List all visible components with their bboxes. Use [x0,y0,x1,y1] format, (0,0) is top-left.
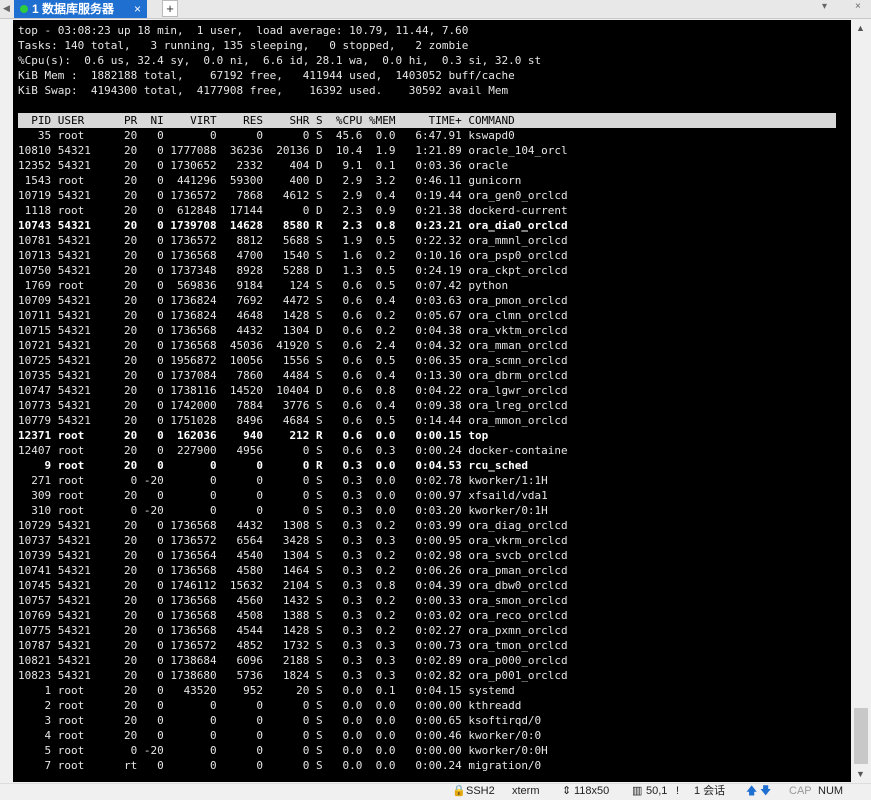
status-cursor: 50,1 [646,785,668,797]
process-row: 10787 54321 20 0 1736572 4852 1732 S 0.3… [18,639,568,652]
lock-icon: 🔒 [452,785,466,797]
scroll-down-icon[interactable]: ▼ [856,769,865,779]
process-row: 310 root 0 -20 0 0 0 S 0.3 0.0 0:03.20 k… [18,504,548,517]
summary-line: KiB Mem : 1882188 total, 67192 free, 411… [18,69,515,82]
status-protocol: SSH2 [466,785,495,797]
process-row: 10779 54321 20 0 1751028 8496 4684 S 0.6… [18,414,568,427]
summary-line: top - 03:08:23 up 18 min, 1 user, load a… [18,24,469,37]
process-row: 10729 54321 20 0 1736568 4432 1308 S 0.3… [18,519,568,532]
process-row: 10741 54321 20 0 1736568 4580 1464 S 0.3… [18,564,568,577]
status-bar: 🔒 SSH2 xterm ⇕ 118x50 ▥ 50,1 ! 1 会话 🡅 🡇 … [0,783,871,800]
process-row: 4 root 20 0 0 0 0 S 0.0 0.0 0:00.46 kwor… [18,729,542,742]
status-terminal-type: xterm [512,785,540,797]
process-row: 10810 54321 20 0 1777088 36236 20136 D 1… [18,144,568,157]
process-row: 12352 54321 20 0 1730652 2332 404 D 9.1 … [18,159,509,172]
process-row: 1118 root 20 0 612848 17144 0 D 2.3 0.9 … [18,204,568,217]
summary-line: KiB Swap: 4194300 total, 4177908 free, 1… [18,84,509,97]
tab-session-1[interactable]: 1 数据库服务器 × [14,0,147,18]
separator-icon: ! [676,785,680,797]
scroll-up-icon[interactable]: ▲ [856,23,865,33]
connected-status-icon [20,5,28,13]
process-row: 10725 54321 20 0 1956872 10056 1556 S 0.… [18,354,568,367]
status-num: NUM [818,785,844,797]
add-tab-button[interactable]: + [162,0,178,17]
summary-line: Tasks: 140 total, 3 running, 135 sleepin… [18,39,469,52]
summary-line: %Cpu(s): 0.6 us, 32.4 sy, 0.0 ni, 6.6 id… [18,54,542,67]
process-row: 10823 54321 20 0 1738680 5736 1824 S 0.3… [18,669,568,682]
process-row: 35 root 20 0 0 0 0 S 45.6 0.0 6:47.91 ks… [18,129,515,142]
process-row: 1543 root 20 0 441296 59300 400 D 2.9 3.… [18,174,522,187]
window-close-icon[interactable]: × [855,1,861,12]
process-row: 10757 54321 20 0 1736568 4560 1432 S 0.3… [18,594,568,607]
status-sessions: 1 会话 [694,785,726,797]
process-row: 10775 54321 20 0 1736568 4544 1428 S 0.3… [18,624,568,637]
terminal-view[interactable]: top - 03:08:23 up 18 min, 1 user, load a… [13,20,851,782]
scrollbar-thumb[interactable] [854,708,868,764]
process-row: 12407 root 20 0 227900 4956 0 S 0.6 0.3 … [18,444,568,457]
tab-bar: ◀ 1 数据库服务器 × + ▾ × [0,0,871,19]
process-row: 10747 54321 20 0 1738116 14520 10404 D 0… [18,384,568,397]
process-row: 1 root 20 0 43520 952 20 S 0.0 0.1 0:04.… [18,684,515,697]
process-row: 10739 54321 20 0 1736564 4540 1304 S 0.3… [18,549,568,562]
process-row: 10711 54321 20 0 1736824 4648 1428 S 0.6… [18,309,568,322]
cursor-icon: ▥ [632,785,643,797]
column-header-row: PID USER PR NI VIRT RES SHR S %CPU %MEM … [18,114,515,127]
terminal-scrollbar[interactable]: ▲ ▼ [852,20,870,782]
process-row: 309 root 20 0 0 0 0 S 0.3 0.0 0:00.97 xf… [18,489,548,502]
process-row: 10781 54321 20 0 1736572 8812 5688 S 1.9… [18,234,568,247]
resize-icon: ⇕ [562,785,572,797]
process-row: 9 root 20 0 0 0 0 R 0.3 0.0 0:04.53 rcu_… [18,459,528,472]
status-cap: CAP [789,785,812,797]
process-table-header: PID USER PR NI VIRT RES SHR S %CPU %MEM … [18,113,836,128]
process-row: 12371 root 20 0 162036 940 212 R 0.6 0.0… [18,429,489,442]
process-row: 1769 root 20 0 569836 9184 124 S 0.6 0.5… [18,279,509,292]
process-row: 10709 54321 20 0 1736824 7692 4472 S 0.6… [18,294,568,307]
process-row: 10721 54321 20 0 1736568 45036 41920 S 0… [18,339,568,352]
process-row: 3 root 20 0 0 0 0 S 0.0 0.0 0:00.65 ksof… [18,714,542,727]
process-row: 10745 54321 20 0 1746112 15632 2104 S 0.… [18,579,568,592]
process-row: 10750 54321 20 0 1737348 8928 5288 D 1.3… [18,264,568,277]
process-row: 10821 54321 20 0 1738684 6096 2188 S 0.3… [18,654,568,667]
process-row: 2 root 20 0 0 0 0 S 0.0 0.0 0:00.00 kthr… [18,699,522,712]
process-row: 10769 54321 20 0 1736568 4508 1388 S 0.3… [18,609,568,622]
window-menu-icon[interactable]: ▾ [822,1,827,12]
process-row: 10743 54321 20 0 1739708 14628 8580 R 2.… [18,219,568,232]
status-size: 118x50 [574,785,610,797]
download-arrow-icon[interactable]: 🡇 [760,784,771,799]
process-row: 10713 54321 20 0 1736568 4700 1540 S 1.6… [18,249,568,262]
top-summary: top - 03:08:23 up 18 min, 1 user, load a… [18,23,541,98]
process-row: 10737 54321 20 0 1736572 6564 3428 S 0.3… [18,534,568,547]
process-list: 35 root 20 0 0 0 0 S 45.6 0.0 6:47.91 ks… [18,128,568,773]
tab-scroll-left-icon[interactable]: ◀ [3,3,10,14]
process-row: 10735 54321 20 0 1737084 7860 4484 S 0.6… [18,369,568,382]
process-row: 271 root 0 -20 0 0 0 S 0.3 0.0 0:02.78 k… [18,474,548,487]
process-row: 5 root 0 -20 0 0 0 S 0.0 0.0 0:00.00 kwo… [18,744,548,757]
process-row: 10773 54321 20 0 1742000 7884 3776 S 0.6… [18,399,568,412]
tab-label: 1 数据库服务器 [32,2,115,16]
process-row: 10715 54321 20 0 1736568 4432 1304 D 0.6… [18,324,568,337]
upload-arrow-icon[interactable]: 🡅 [746,784,757,799]
process-row: 10719 54321 20 0 1736572 7868 4612 S 2.9… [18,189,568,202]
process-row: 7 root rt 0 0 0 0 S 0.0 0.0 0:00.24 migr… [18,759,542,772]
tab-close-icon[interactable]: × [134,0,141,18]
